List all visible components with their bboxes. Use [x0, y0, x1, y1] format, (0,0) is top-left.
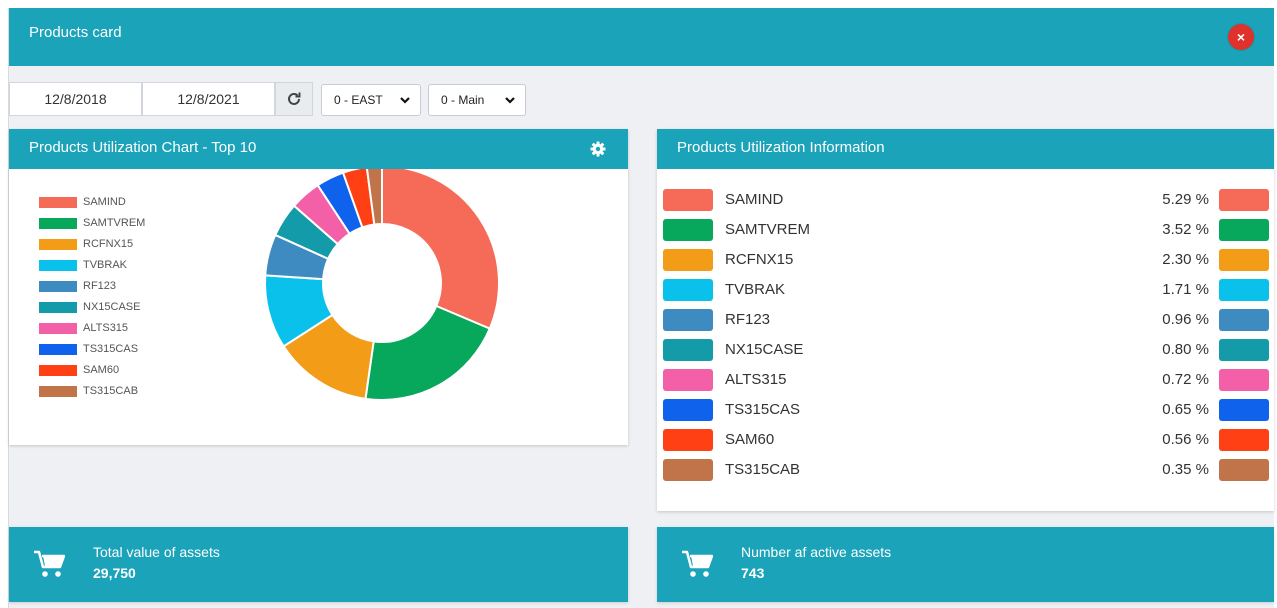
donut-chart [264, 169, 500, 401]
info-row: RF123 0.96 % [663, 309, 1277, 339]
color-swatch [1219, 369, 1269, 391]
info-row: TVBRAK 1.71 % [663, 279, 1277, 309]
color-swatch [663, 369, 713, 391]
color-swatch [1219, 189, 1269, 211]
product-name: SAMTVREM [725, 221, 811, 238]
product-name: SAMIND [725, 191, 784, 208]
donut-slice[interactable] [364, 304, 492, 401]
kpi-value: 29,750 [93, 565, 136, 581]
color-swatch [1219, 279, 1269, 301]
product-percentage: 1.71 % [1162, 281, 1209, 298]
cart-icon [34, 550, 65, 577]
info-panel-header: Products Utilization Information [657, 129, 1274, 169]
color-swatch [663, 339, 713, 361]
info-row: RCFNX15 2.30 % [663, 249, 1277, 279]
color-swatch [1219, 219, 1269, 241]
store-select-value: 0 - Main [441, 93, 485, 107]
product-name: NX15CASE [725, 341, 804, 358]
donut-slice[interactable] [381, 169, 500, 330]
color-swatch [663, 219, 713, 241]
store-select[interactable]: 0 - Main [428, 84, 526, 116]
info-panel: Products Utilization Information SAMIND 5… [657, 129, 1274, 511]
products-card: Products card × 0 - EAST 0 - Main [8, 8, 1274, 608]
cart-icon [682, 550, 713, 577]
product-name: TVBRAK [725, 281, 786, 298]
product-percentage: 0.96 % [1162, 311, 1209, 328]
color-swatch [663, 249, 713, 271]
start-date-input[interactable] [9, 82, 142, 116]
end-date-input[interactable] [142, 82, 275, 116]
color-swatch [1219, 249, 1269, 271]
close-button[interactable]: × [1228, 24, 1254, 50]
product-name: RCFNX15 [725, 251, 794, 268]
chevron-down-icon [505, 97, 515, 104]
kpi-value: 743 [741, 565, 765, 581]
product-percentage: 5.29 % [1162, 191, 1209, 208]
info-panel-title: Products Utilization Information [677, 139, 885, 156]
gear-icon[interactable] [590, 141, 606, 157]
color-swatch [663, 189, 713, 211]
color-swatch [1219, 399, 1269, 421]
product-percentage: 0.56 % [1162, 431, 1209, 448]
info-row: SAMTVREM 3.52 % [663, 219, 1277, 249]
kpi-title: Total value of assets [93, 544, 220, 560]
refresh-icon [288, 92, 301, 105]
color-swatch [663, 309, 713, 331]
info-row: ALTS315 0.72 % [663, 369, 1277, 399]
product-name: SAM60 [725, 431, 775, 448]
product-name: TS315CAS [725, 401, 801, 418]
product-percentage: 0.35 % [1162, 461, 1209, 478]
kpi-total-value: Total value of assets 29,750 [9, 527, 628, 602]
close-icon: × [1236, 29, 1246, 45]
color-swatch [1219, 339, 1269, 361]
info-row: NX15CASE 0.80 % [663, 339, 1277, 369]
card-header: Products card × [9, 8, 1274, 66]
product-percentage: 0.72 % [1162, 371, 1209, 388]
color-swatch [663, 279, 713, 301]
product-percentage: 0.65 % [1162, 401, 1209, 418]
product-name: TS315CAB [725, 461, 801, 478]
product-name: ALTS315 [725, 371, 787, 388]
color-swatch [1219, 429, 1269, 451]
refresh-button[interactable] [275, 82, 313, 116]
product-percentage: 2.30 % [1162, 251, 1209, 268]
color-swatch [663, 399, 713, 421]
product-percentage: 3.52 % [1162, 221, 1209, 238]
kpi-title: Number af active assets [741, 544, 892, 560]
info-row: TS315CAB 0.35 % [663, 459, 1277, 489]
card-title: Products card [29, 24, 122, 41]
chart-panel-title: Products Utilization Chart - Top 10 [29, 139, 257, 156]
chevron-down-icon [400, 97, 410, 104]
info-row: SAM60 0.56 % [663, 429, 1277, 459]
color-swatch [1219, 459, 1269, 481]
region-select-value: 0 - EAST [334, 93, 383, 107]
info-row: TS315CAS 0.65 % [663, 399, 1277, 429]
chart-panel-header: Products Utilization Chart - Top 10 [9, 129, 628, 169]
color-swatch [663, 429, 713, 451]
product-percentage: 0.80 % [1162, 341, 1209, 358]
info-row: SAMIND 5.29 % [663, 189, 1277, 219]
color-swatch [663, 459, 713, 481]
region-select[interactable]: 0 - EAST [321, 84, 421, 116]
chart-panel: Products Utilization Chart - Top 10 SAMI… [9, 129, 628, 445]
color-swatch [1219, 309, 1269, 331]
kpi-active-assets: Number af active assets 743 [657, 527, 1274, 602]
product-name: RF123 [725, 311, 771, 328]
